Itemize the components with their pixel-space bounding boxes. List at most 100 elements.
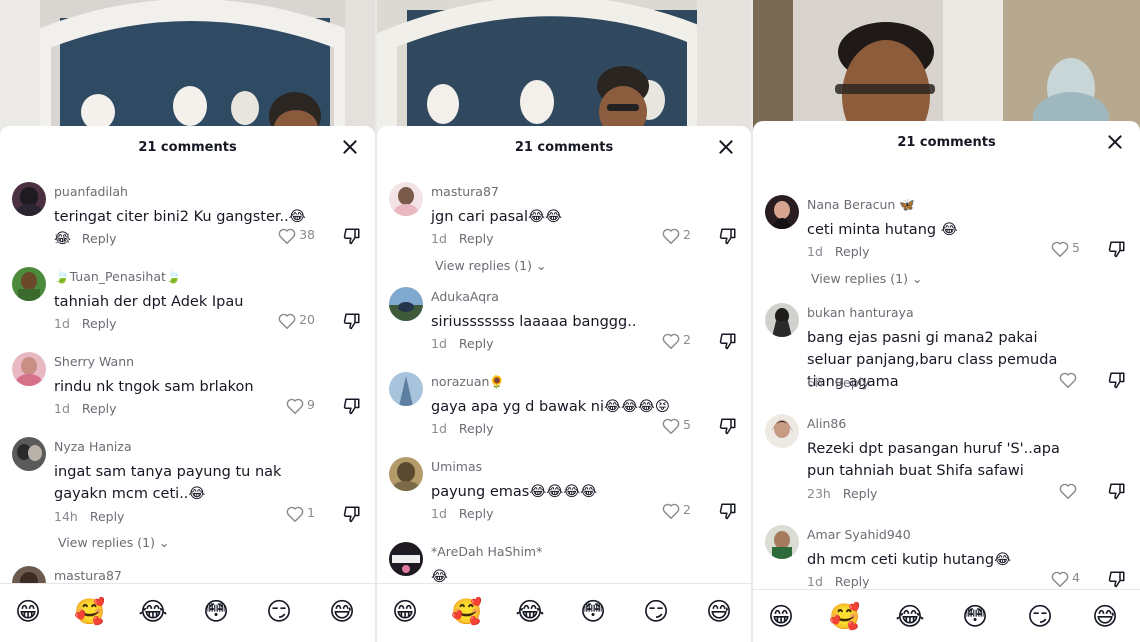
avatar[interactable] [389,372,423,406]
laughing-emoji-button[interactable]: 😂 [514,596,546,628]
flushed-emoji-button[interactable]: 😳 [200,596,232,628]
avatar[interactable] [389,182,423,216]
comment-age: 1d [54,231,70,246]
reply-button[interactable]: Reply [82,401,117,416]
reply-button[interactable]: Reply [835,244,870,259]
dislike-icon[interactable] [343,505,361,523]
like-button[interactable] [1059,482,1080,499]
username[interactable]: Alin86 [807,416,846,431]
comment-meta: 23h Reply [807,486,877,501]
video-background [377,0,751,140]
sweat-smile-emoji-button[interactable]: 😅 [326,596,358,628]
comment-text: payung emas😂😂😂😂 [431,484,598,500]
username[interactable]: Sherry Wann [54,354,134,369]
hearts-emoji-button[interactable]: 🥰 [74,596,106,628]
like-button[interactable]: 38 [278,227,315,244]
avatar[interactable] [389,542,423,576]
avatar[interactable] [12,352,46,386]
smirk-emoji-button[interactable]: 😏 [1024,601,1056,633]
like-button[interactable]: 2 [662,332,691,349]
reply-button[interactable]: Reply [843,486,878,501]
smirk-emoji-button[interactable]: 😏 [640,596,672,628]
avatar[interactable] [389,287,423,321]
reply-button[interactable]: Reply [459,421,494,436]
username[interactable]: norazuan🌻 [431,374,505,390]
sweat-smile-emoji-button[interactable]: 😅 [1089,601,1121,633]
avatar[interactable] [12,267,46,301]
dislike-icon[interactable] [343,227,361,245]
username[interactable]: 🍃Tuan_Penasihat🍃 [54,269,181,285]
avatar[interactable] [765,525,799,559]
avatar[interactable] [765,414,799,448]
comment-count: 21 comments [514,140,614,155]
username[interactable]: *AreDah HaShim* [431,544,542,559]
dislike-icon[interactable] [1108,482,1126,500]
avatar[interactable] [765,195,799,229]
reply-button[interactable]: Reply [459,506,494,521]
like-button[interactable]: 20 [278,312,315,329]
flushed-emoji-button[interactable]: 😳 [577,596,609,628]
dislike-icon[interactable] [719,227,737,245]
view-replies-button[interactable]: View replies (1) ⌄ [811,271,922,286]
avatar[interactable] [12,437,46,471]
close-icon[interactable] [715,136,737,158]
username[interactable]: mastura87 [54,568,122,583]
reply-button[interactable]: Reply [82,231,117,246]
like-button[interactable]: 2 [662,227,691,244]
username[interactable]: Umimas [431,459,482,474]
grinning-emoji-button[interactable]: 😁 [12,596,44,628]
comment-meta: 1d Reply [431,336,494,351]
avatar[interactable] [389,457,423,491]
username[interactable]: Nana Beracun 🦋 [807,197,915,213]
grinning-emoji-button[interactable]: 😁 [389,596,421,628]
avatar[interactable] [12,182,46,216]
comment-age: 1d [431,506,447,521]
username[interactable]: bukan hanturaya [807,305,914,320]
dislike-icon[interactable] [1108,570,1126,588]
hearts-emoji-button[interactable]: 🥰 [451,596,483,628]
avatar[interactable] [765,303,799,337]
username[interactable]: mastura87 [431,184,499,199]
heart-icon [1059,483,1077,499]
dislike-icon[interactable] [719,502,737,520]
like-button[interactable] [1059,371,1080,388]
laughing-emoji-button[interactable]: 😂 [137,596,169,628]
close-icon[interactable] [339,136,361,158]
comment-text: jgn cari pasal😂😂 [431,209,562,225]
smirk-emoji-button[interactable]: 😏 [263,596,295,628]
like-button[interactable]: 4 [1051,570,1080,587]
laughing-emoji-button[interactable]: 😂 [894,601,926,633]
reply-button[interactable]: Reply [835,574,870,589]
reply-button[interactable]: Reply [459,231,494,246]
reply-button[interactable]: Reply [459,336,494,351]
like-button[interactable]: 2 [662,502,691,519]
chevron-down-icon: ⌄ [535,258,547,273]
sweat-smile-emoji-button[interactable]: 😅 [703,596,735,628]
dislike-icon[interactable] [343,312,361,330]
like-button[interactable]: 5 [662,417,691,434]
view-replies-button[interactable]: View replies (1) ⌄ [58,535,169,550]
dislike-icon[interactable] [343,397,361,415]
username[interactable]: Nyza Haniza [54,439,132,454]
username[interactable]: AdukaAqra [431,289,499,304]
like-button[interactable]: 5 [1051,240,1080,257]
dislike-icon[interactable] [719,417,737,435]
hearts-emoji-button[interactable]: 🥰 [829,601,861,633]
comment-age: 1d [431,231,447,246]
username[interactable]: puanfadilah [54,184,128,199]
grinning-emoji-button[interactable]: 😁 [765,601,797,633]
close-icon[interactable] [1104,131,1126,153]
reply-button[interactable]: Reply [835,375,870,390]
dislike-icon[interactable] [1108,371,1126,389]
like-button[interactable]: 9 [286,397,315,414]
heart-icon [278,228,296,244]
reply-button[interactable]: Reply [90,509,125,524]
dislike-icon[interactable] [1108,240,1126,258]
dislike-icon[interactable] [719,332,737,350]
flushed-emoji-button[interactable]: 😳 [959,601,991,633]
username[interactable]: Amar Syahid940 [807,527,911,542]
view-replies-button[interactable]: View replies (1) ⌄ [435,258,546,273]
reply-button[interactable]: Reply [82,316,117,331]
like-button[interactable]: 1 [286,505,315,522]
comment-text: dh mcm ceti kutip hutang😂 [807,552,1012,568]
